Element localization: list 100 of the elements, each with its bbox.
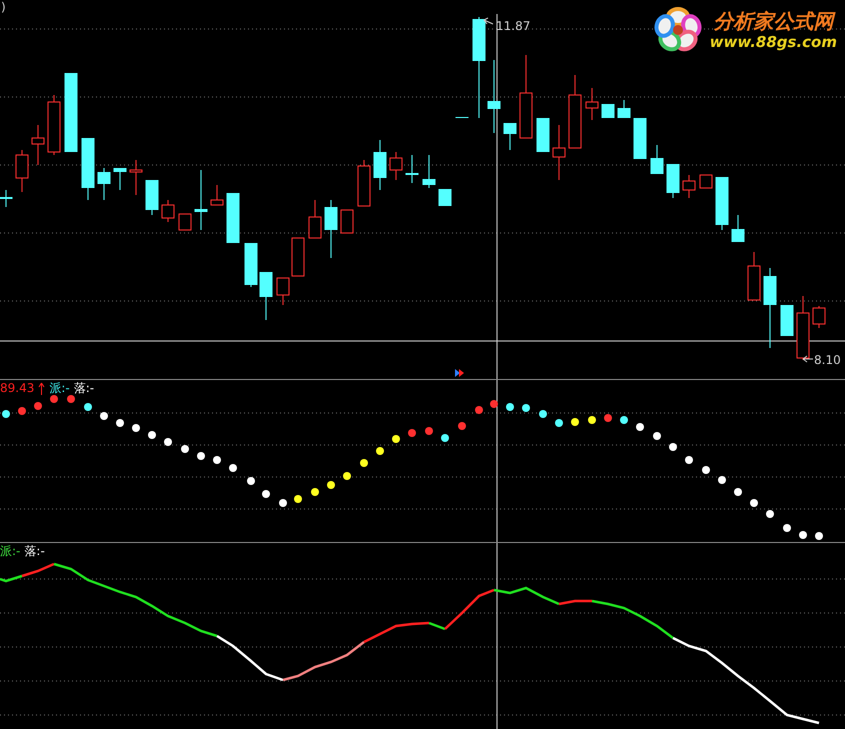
double-triangle-icon	[455, 369, 464, 377]
candlestick	[796, 296, 810, 360]
indicator-dot	[408, 429, 416, 437]
indicator-dot	[555, 419, 563, 427]
candlestick	[162, 200, 174, 222]
candlestick	[324, 200, 338, 258]
candlestick	[618, 100, 630, 118]
indicator-dot	[164, 438, 172, 446]
candlestick	[586, 88, 598, 120]
legend-item: 落:-	[74, 381, 94, 395]
candlestick	[16, 150, 28, 192]
candlestick	[552, 124, 566, 180]
indicator-dot	[2, 410, 10, 418]
candlestick	[700, 174, 712, 188]
indicator-dot	[425, 427, 433, 435]
logo-title: 分析家公式网	[713, 9, 834, 33]
candlestick	[98, 168, 110, 200]
indicator-dot	[539, 410, 547, 418]
candlestick	[666, 164, 680, 198]
legend-item: 落:-	[24, 544, 45, 558]
indicator-dot	[815, 532, 823, 540]
indicator-dot	[685, 456, 693, 464]
indicator-dot	[571, 418, 579, 426]
indicator-value: 89.43	[0, 381, 34, 395]
indicator-dot	[653, 432, 661, 440]
indicator-dot	[311, 488, 319, 496]
high-price-label: 11.87	[496, 19, 530, 33]
candlestick	[650, 144, 664, 174]
indicator-dot	[783, 524, 791, 532]
indicator-dot	[734, 488, 742, 496]
indicator-dot	[604, 414, 612, 422]
legend-item: 派:-	[0, 544, 20, 558]
indicator-dot	[588, 416, 596, 424]
candlestick	[308, 200, 322, 238]
candlestick	[146, 180, 158, 216]
indicator-dot	[475, 406, 483, 414]
indicator-dot	[100, 412, 108, 420]
candlestick	[716, 176, 728, 230]
indicator-dot	[718, 476, 726, 484]
indicator-dot	[620, 416, 628, 424]
indicator-dot	[148, 431, 156, 439]
candlestick	[292, 238, 304, 276]
indicator-dot	[247, 477, 255, 485]
indicator-dot	[262, 490, 270, 498]
candlestick	[32, 124, 44, 166]
candlestick	[438, 188, 452, 206]
legend-item: 派:-	[49, 381, 70, 395]
indicator-dot	[360, 459, 368, 467]
indicator-dot	[213, 456, 221, 464]
indicator-dot	[67, 395, 75, 403]
candlestick	[276, 278, 290, 306]
indicator-dot	[84, 403, 92, 411]
candlestick	[210, 184, 224, 206]
indicator-dot	[766, 510, 774, 518]
candlestick	[130, 160, 142, 196]
indicator-dot	[181, 445, 189, 453]
candlestick	[178, 214, 192, 230]
candlestick	[536, 118, 550, 152]
candlestick	[682, 174, 696, 198]
indicator-dot	[343, 472, 351, 480]
indicator-dot	[522, 404, 530, 412]
indicator-dot	[490, 400, 498, 408]
candlestick	[358, 160, 370, 206]
indicator-dot	[702, 466, 710, 474]
indicator-dot	[392, 435, 400, 443]
low-price-label: 8.10	[814, 353, 841, 367]
logo-url: www.88gs.com	[710, 33, 837, 51]
candlestick	[48, 94, 60, 156]
candlestick	[390, 152, 402, 180]
candlestick	[422, 154, 436, 188]
indicator-dot	[18, 407, 26, 415]
indicator-dot	[636, 423, 644, 431]
indicator-dot	[229, 464, 237, 472]
indicator-dot	[376, 447, 384, 455]
candlestick	[780, 304, 794, 336]
candlestick	[634, 118, 646, 160]
indicator-dot	[441, 434, 449, 442]
indicator-dot	[132, 424, 140, 432]
indicator-dot	[50, 395, 58, 403]
candlestick	[0, 190, 12, 208]
candlestick	[82, 138, 94, 200]
indicator-dot	[669, 443, 677, 451]
indicator-dot	[294, 495, 302, 503]
candlestick	[406, 154, 418, 184]
indicator-dot	[506, 403, 514, 411]
candlestick	[114, 168, 126, 190]
candlestick	[260, 272, 272, 320]
candlestick	[504, 122, 516, 150]
arrow-icon	[802, 356, 814, 362]
indicator-dot	[458, 422, 466, 430]
candlestick	[456, 116, 468, 118]
candlestick	[374, 140, 386, 190]
corner-mark: )	[1, 0, 6, 14]
indicator-dot	[197, 452, 205, 460]
indicator-dot	[34, 402, 42, 410]
indicator-dot	[799, 531, 807, 539]
indicator-dot	[279, 499, 287, 507]
candlestick	[194, 170, 208, 230]
up-arrow-icon	[38, 382, 46, 394]
candlestick	[226, 192, 240, 244]
